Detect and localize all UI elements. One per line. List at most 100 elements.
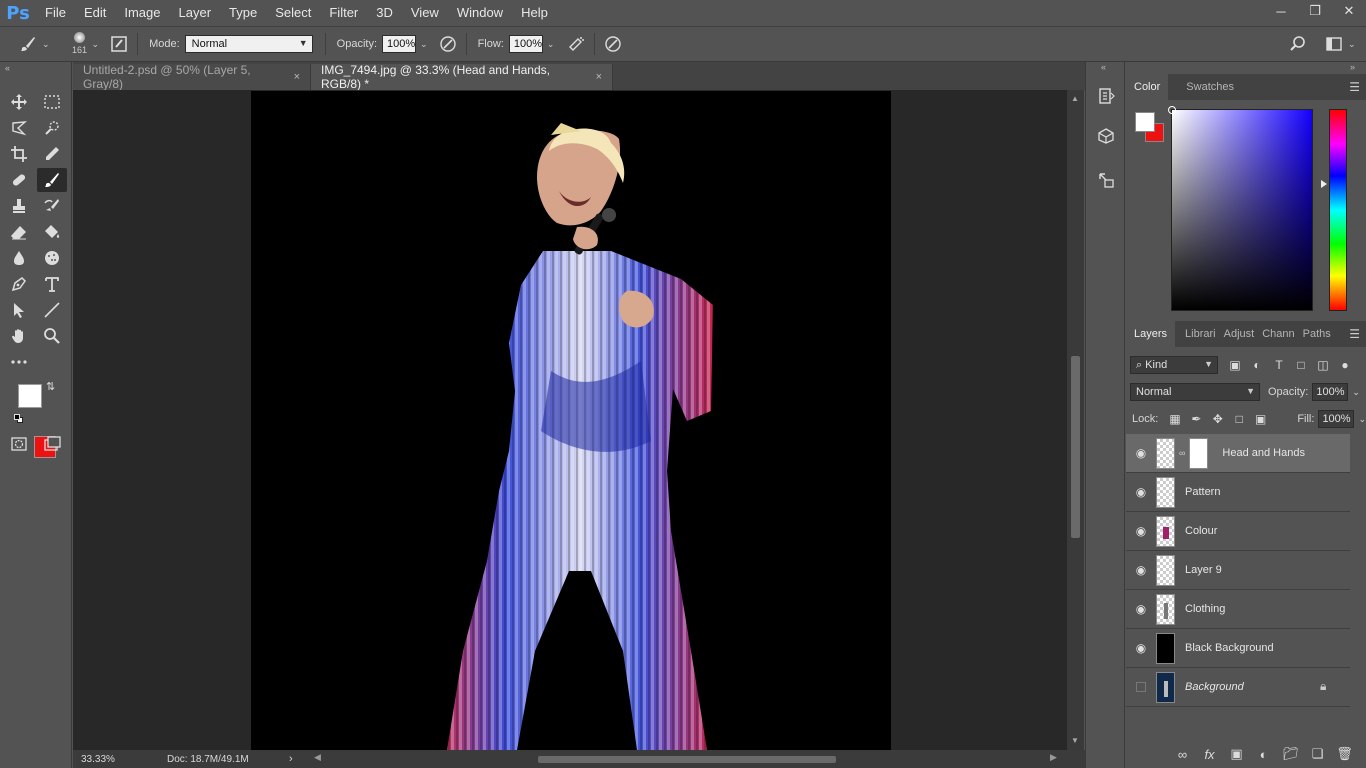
- healing-brush-tool-icon[interactable]: [4, 168, 34, 192]
- move-tool-icon[interactable]: [4, 90, 34, 114]
- new-group-icon[interactable]: 📁︎: [1277, 746, 1304, 762]
- menu-file[interactable]: File: [36, 0, 75, 26]
- hand-tool-icon[interactable]: [4, 324, 34, 348]
- add-mask-icon[interactable]: ▣: [1223, 746, 1250, 762]
- layer-name[interactable]: Colour: [1185, 525, 1217, 537]
- flow-input[interactable]: 100%: [508, 35, 543, 53]
- default-colors-icon[interactable]: [14, 414, 23, 423]
- layer-name[interactable]: Clothing: [1185, 603, 1225, 615]
- lock-position-icon[interactable]: ✥: [1207, 410, 1228, 428]
- workspace-icon[interactable]: [1322, 32, 1346, 56]
- mask-link-icon[interactable]: ∞: [1179, 448, 1185, 458]
- menu-3d[interactable]: 3D: [367, 0, 402, 26]
- sponge-tool-icon[interactable]: [37, 246, 67, 270]
- tab-channels[interactable]: Chann: [1258, 321, 1298, 347]
- visibility-eye-icon[interactable]: ◉: [1126, 551, 1156, 590]
- brush-size-picker[interactable]: 161: [68, 29, 92, 59]
- chevron-down-icon[interactable]: ⌄: [420, 39, 428, 50]
- layer-row-background[interactable]: Background 🔒︎: [1126, 668, 1350, 707]
- new-layer-icon[interactable]: ❏: [1304, 746, 1331, 762]
- properties-panel-icon[interactable]: [1094, 168, 1118, 192]
- type-tool-icon[interactable]: [37, 272, 67, 296]
- menu-window[interactable]: Window: [448, 0, 512, 26]
- visibility-eye-icon[interactable]: ◉: [1126, 434, 1156, 473]
- tab-color[interactable]: Color: [1126, 74, 1169, 100]
- menu-view[interactable]: View: [402, 0, 448, 26]
- panel-menu-icon[interactable]: ☰: [1349, 327, 1360, 341]
- scroll-down-icon[interactable]: ▼: [1071, 736, 1079, 745]
- canvas-area[interactable]: [73, 90, 1067, 750]
- chevron-down-icon[interactable]: ⌄: [1348, 39, 1356, 50]
- color-picker-field[interactable]: [1168, 106, 1313, 311]
- color-picker-marker[interactable]: [1168, 106, 1176, 114]
- visibility-eye-icon[interactable]: ◉: [1126, 629, 1156, 668]
- filter-smart-object-icon[interactable]: ◫: [1312, 356, 1334, 374]
- brush-preset-icon[interactable]: [16, 32, 40, 56]
- eyedropper-tool-icon[interactable]: [37, 142, 67, 166]
- scroll-right-icon[interactable]: ▶: [1050, 752, 1057, 763]
- menu-help[interactable]: Help: [512, 0, 557, 26]
- zoom-level[interactable]: 33.33%: [81, 754, 133, 765]
- pressure-size-icon[interactable]: [601, 32, 625, 56]
- close-icon[interactable]: ✕: [1332, 0, 1366, 22]
- search-icon[interactable]: [1286, 32, 1310, 56]
- mode-select[interactable]: Normal ▼: [184, 35, 313, 53]
- menu-image[interactable]: Image: [115, 0, 169, 26]
- collapse-panels-icon[interactable]: »: [1350, 62, 1355, 72]
- layer-name[interactable]: Pattern: [1185, 486, 1220, 498]
- swap-colors-icon[interactable]: ⇅: [46, 380, 55, 393]
- tab-swatches[interactable]: Swatches: [1178, 74, 1242, 100]
- eraser-tool-icon[interactable]: [4, 220, 34, 244]
- scroll-left-icon[interactable]: ◀: [314, 752, 321, 763]
- pen-tool-icon[interactable]: [4, 272, 34, 296]
- hue-slider[interactable]: [1329, 109, 1347, 311]
- tab-img-7494[interactable]: IMG_7494.jpg @ 33.3% (Head and Hands, RG…: [311, 63, 613, 91]
- quick-mask-icon[interactable]: [4, 432, 34, 456]
- menu-edit[interactable]: Edit: [75, 0, 115, 26]
- layer-row-head-and-hands[interactable]: ◉ ∞ Head and Hands: [1126, 434, 1350, 473]
- scroll-up-icon[interactable]: ▲: [1071, 94, 1079, 103]
- history-panel-icon[interactable]: [1094, 84, 1118, 108]
- layer-opacity-input[interactable]: 100%: [1312, 383, 1349, 401]
- minimize-icon[interactable]: ─: [1264, 0, 1298, 22]
- horizontal-scroll-thumb[interactable]: [538, 756, 836, 763]
- collapse-arrows-icon[interactable]: «: [0, 62, 71, 74]
- layer-name[interactable]: Background: [1185, 681, 1244, 693]
- tab-layers[interactable]: Layers: [1126, 321, 1176, 347]
- crop-tool-icon[interactable]: [4, 142, 34, 166]
- layer-filter-select[interactable]: ⌕ Kind ▼: [1130, 356, 1218, 374]
- layer-row-layer-9[interactable]: ◉ Layer 9: [1126, 551, 1350, 590]
- lasso-tool-icon[interactable]: [4, 116, 34, 140]
- visibility-eye-icon[interactable]: ◉: [1126, 512, 1156, 551]
- layer-row-black-background[interactable]: ◉ Black Background: [1126, 629, 1350, 668]
- pressure-opacity-icon[interactable]: [436, 32, 460, 56]
- foreground-swatch[interactable]: [1135, 112, 1155, 132]
- dropdown-chevron-icon[interactable]: ⌄: [92, 39, 100, 50]
- layer-row-colour[interactable]: ◉ Colour: [1126, 512, 1350, 551]
- layer-name[interactable]: Head and Hands: [1222, 447, 1305, 459]
- collapse-arrows-icon[interactable]: «: [1101, 62, 1106, 72]
- restore-icon[interactable]: ❐: [1298, 0, 1332, 22]
- delete-layer-icon[interactable]: 🗑︎: [1331, 746, 1358, 762]
- tab-adjustments[interactable]: Adjust: [1220, 321, 1259, 347]
- clone-stamp-tool-icon[interactable]: [4, 194, 34, 218]
- close-tab-icon[interactable]: ×: [294, 71, 300, 83]
- foreground-color-swatch[interactable]: [18, 384, 42, 408]
- lock-pixels-icon[interactable]: ✒: [1186, 410, 1207, 428]
- adjustment-layer-icon[interactable]: ◐: [1250, 747, 1277, 762]
- quick-select-tool-icon[interactable]: [37, 116, 67, 140]
- filter-adjustment-icon[interactable]: ◐: [1246, 356, 1268, 374]
- opacity-input[interactable]: 100%: [382, 35, 417, 53]
- visibility-off-box[interactable]: [1136, 682, 1146, 692]
- fill-input[interactable]: 100%: [1318, 410, 1355, 428]
- chevron-down-icon[interactable]: ⌄: [1358, 414, 1366, 425]
- filter-type-icon[interactable]: T: [1268, 356, 1290, 374]
- visibility-eye-icon[interactable]: ◉: [1126, 590, 1156, 629]
- menu-layer[interactable]: Layer: [170, 0, 221, 26]
- tab-paths[interactable]: Paths: [1299, 321, 1335, 347]
- panel-menu-icon[interactable]: ☰: [1349, 80, 1360, 94]
- airbrush-icon[interactable]: [564, 32, 588, 56]
- lock-all-icon[interactable]: ▣: [1250, 410, 1271, 428]
- layer-style-icon[interactable]: fx: [1196, 747, 1223, 762]
- zoom-tool-icon[interactable]: [37, 324, 67, 348]
